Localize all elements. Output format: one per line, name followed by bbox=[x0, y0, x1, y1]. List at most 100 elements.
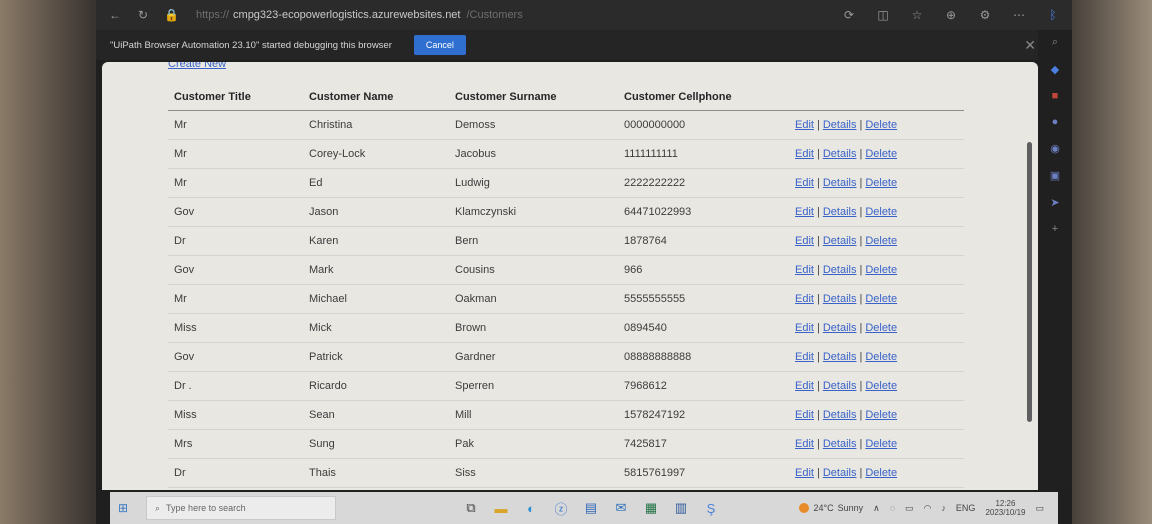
notification-icon[interactable]: ▭ bbox=[1035, 503, 1044, 514]
separator: | bbox=[859, 176, 863, 189]
row-actions: Edit | Details | Delete bbox=[795, 110, 964, 140]
details-link[interactable]: Details bbox=[823, 409, 857, 421]
delete-link[interactable]: Delete bbox=[865, 322, 897, 334]
edit-link[interactable]: Edit bbox=[795, 148, 814, 160]
delete-link[interactable]: Delete bbox=[865, 380, 897, 392]
search-icon[interactable]: ⌕ bbox=[1052, 36, 1058, 49]
mail-icon[interactable]: ✉ bbox=[606, 500, 636, 516]
create-new-link[interactable]: Create New bbox=[168, 62, 226, 70]
edit-link[interactable]: Edit bbox=[795, 206, 814, 218]
details-link[interactable]: Details bbox=[823, 351, 857, 363]
search-placeholder: Type here to search bbox=[166, 503, 246, 513]
office-icon[interactable]: ▣ bbox=[1050, 169, 1060, 182]
task-view-icon[interactable]: ⧉ bbox=[456, 500, 486, 516]
tag-icon[interactable]: ◆ bbox=[1051, 63, 1059, 76]
copilot-icon[interactable]: ᛒ bbox=[1046, 8, 1060, 22]
edit-link[interactable]: Edit bbox=[795, 467, 814, 479]
delete-link[interactable]: Delete bbox=[865, 206, 897, 218]
delete-link[interactable]: Delete bbox=[865, 119, 897, 131]
store-icon[interactable]: ▤ bbox=[576, 500, 606, 516]
delete-link[interactable]: Delete bbox=[865, 467, 897, 479]
cell-cellphone: 64471022993 bbox=[618, 197, 795, 227]
cell-cellphone: 7425817 bbox=[618, 429, 795, 459]
details-link[interactable]: Details bbox=[823, 438, 857, 450]
volume-icon[interactable]: ♪ bbox=[941, 503, 946, 513]
toolbox-icon[interactable]: ■ bbox=[1052, 90, 1059, 102]
excel-icon[interactable]: ▦ bbox=[636, 500, 666, 516]
favorites-icon[interactable]: ☆ bbox=[910, 8, 924, 22]
delete-link[interactable]: Delete bbox=[865, 293, 897, 305]
address-bar[interactable]: https://cmpg323-ecopowerlogistics.azurew… bbox=[196, 9, 523, 21]
word-icon[interactable]: ▥ bbox=[666, 500, 696, 516]
details-link[interactable]: Details bbox=[823, 380, 857, 392]
close-icon[interactable]: ✕ bbox=[1024, 37, 1036, 54]
edit-link[interactable]: Edit bbox=[795, 119, 814, 131]
edit-link[interactable]: Edit bbox=[795, 409, 814, 421]
wifi-icon[interactable]: ◠ bbox=[924, 503, 932, 514]
people-icon[interactable]: ● bbox=[1052, 116, 1059, 128]
cell-surname: Ludwig bbox=[449, 168, 618, 198]
taskbar-search-input[interactable]: ⌕ Type here to search bbox=[146, 496, 336, 520]
address-path: /Customers bbox=[466, 9, 523, 21]
edit-link[interactable]: Edit bbox=[795, 351, 814, 363]
network-icon[interactable]: ◌ bbox=[890, 503, 895, 513]
studio-icon[interactable]: Ş bbox=[696, 501, 726, 516]
windows-start-icon[interactable]: ⊞ bbox=[118, 501, 140, 515]
send-icon[interactable]: ➤ bbox=[1050, 196, 1059, 209]
delete-link[interactable]: Delete bbox=[865, 177, 897, 189]
language-indicator[interactable]: ENG bbox=[956, 503, 976, 513]
details-link[interactable]: Details bbox=[823, 206, 857, 218]
delete-link[interactable]: Delete bbox=[865, 438, 897, 450]
cell-surname: Mill bbox=[449, 400, 618, 430]
details-link[interactable]: Details bbox=[823, 264, 857, 276]
details-link[interactable]: Details bbox=[823, 322, 857, 334]
split-screen-icon[interactable]: ◫ bbox=[876, 8, 890, 22]
details-link[interactable]: Details bbox=[823, 148, 857, 160]
delete-link[interactable]: Delete bbox=[865, 148, 897, 160]
edit-link[interactable]: Edit bbox=[795, 235, 814, 247]
details-link[interactable]: Details bbox=[823, 293, 857, 305]
delete-link[interactable]: Delete bbox=[865, 235, 897, 247]
details-link[interactable]: Details bbox=[823, 467, 857, 479]
extension-icon[interactable]: ⟳ bbox=[842, 8, 856, 22]
row-actions: Edit | Details | Delete bbox=[795, 139, 964, 169]
table-row: Mr Christina Demoss 0000000000 Edit | Details |… bbox=[168, 110, 964, 140]
zoom-icon[interactable]: ⓩ bbox=[546, 499, 576, 518]
clock[interactable]: 12:26 2023/10/19 bbox=[985, 499, 1025, 517]
weather-widget[interactable]: 24°C Sunny bbox=[799, 503, 863, 513]
cell-cellphone: 1111111111 bbox=[618, 139, 795, 169]
extensions-icon[interactable]: ⚙ bbox=[978, 8, 992, 22]
add-icon[interactable]: + bbox=[1052, 223, 1058, 235]
cancel-button[interactable]: Cancel bbox=[413, 35, 466, 55]
back-icon[interactable]: ← bbox=[108, 8, 122, 22]
edit-link[interactable]: Edit bbox=[795, 293, 814, 305]
cell-surname: Gardner bbox=[449, 342, 618, 372]
edit-link[interactable]: Edit bbox=[795, 264, 814, 276]
battery-icon[interactable]: ▭ bbox=[905, 503, 914, 514]
edit-link[interactable]: Edit bbox=[795, 380, 814, 392]
cell-cellphone: 1578247192 bbox=[618, 400, 795, 430]
delete-link[interactable]: Delete bbox=[865, 409, 897, 421]
details-link[interactable]: Details bbox=[823, 235, 857, 247]
edit-link[interactable]: Edit bbox=[795, 438, 814, 450]
chevron-up-icon[interactable]: ∧ bbox=[873, 503, 880, 514]
separator: | bbox=[859, 234, 863, 247]
separator: | bbox=[859, 379, 863, 392]
scrollbar[interactable] bbox=[1027, 142, 1032, 422]
outlook-icon[interactable]: ◉ bbox=[1050, 142, 1060, 155]
details-link[interactable]: Details bbox=[823, 119, 857, 131]
file-explorer-icon[interactable]: ▬ bbox=[486, 501, 516, 516]
more-icon[interactable]: ⋯ bbox=[1012, 8, 1026, 22]
edit-link[interactable]: Edit bbox=[795, 322, 814, 334]
refresh-icon[interactable]: ↻ bbox=[136, 8, 150, 22]
edge-icon[interactable]: ◐ bbox=[516, 501, 546, 516]
customers-table: Customer Title Customer Name Customer Su… bbox=[168, 84, 964, 488]
details-link[interactable]: Details bbox=[823, 177, 857, 189]
address-domain: cmpg323-ecopowerlogistics.azurewebsites.… bbox=[233, 9, 461, 21]
column-header-title: Customer Title bbox=[168, 84, 303, 111]
collections-icon[interactable]: ⊕ bbox=[944, 8, 958, 22]
delete-link[interactable]: Delete bbox=[865, 351, 897, 363]
delete-link[interactable]: Delete bbox=[865, 264, 897, 276]
edit-link[interactable]: Edit bbox=[795, 177, 814, 189]
web-page: Create New Customer Title Customer Name … bbox=[102, 62, 1038, 490]
